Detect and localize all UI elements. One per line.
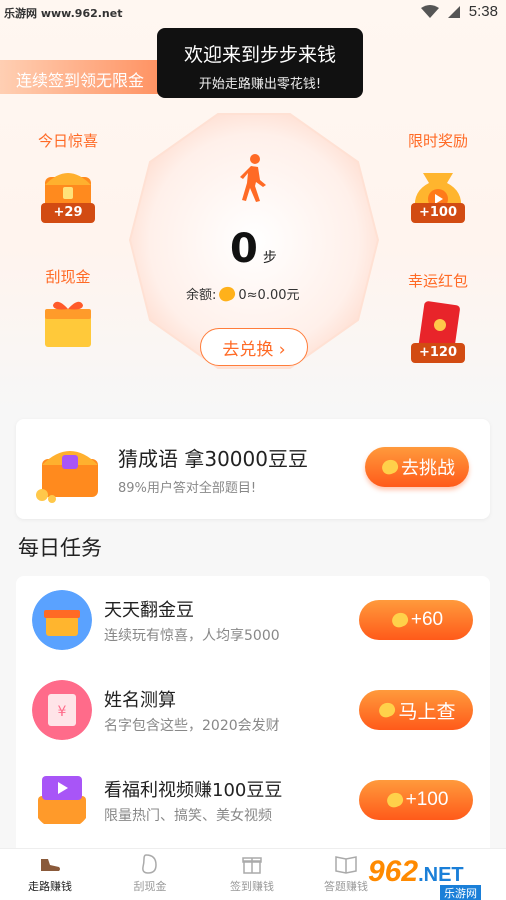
logo-sub: 乐游网 [440, 885, 481, 900]
video-chest-icon [38, 776, 86, 824]
chevron-right-icon: › [273, 339, 286, 360]
task-title: 看福利视频赚100豆豆 [104, 780, 283, 801]
logo-main: 962 [368, 855, 419, 888]
task-item[interactable]: 天天翻金豆 连续玩有惊喜，人均享5000 +60 [16, 576, 490, 662]
money-bag-icon: +100 [409, 159, 467, 223]
toast-title: 欢迎来到步步来钱 [183, 44, 336, 66]
task-desc: 限量热门、搞笑、美女视频 [104, 808, 272, 824]
tab-walk-earn[interactable]: 走路赚钱 [10, 853, 90, 894]
task-button-label: 马上查 [398, 701, 456, 723]
treasure-chest-icon: +29 [39, 159, 97, 223]
tab-checkin-earn[interactable]: 签到赚钱 [212, 853, 292, 894]
task-reward-button[interactable]: +100 [359, 780, 473, 820]
lucky-red-packet[interactable]: 幸运红包 +120 [392, 270, 484, 363]
book-icon [335, 856, 357, 874]
balance-label: 余额: [186, 288, 217, 303]
watermark-text: 乐游网 www.962.net [4, 7, 123, 20]
challenge-button[interactable]: 去挑战 [365, 447, 469, 487]
step-count-number: 0 [230, 226, 258, 272]
tab-scratch-cash[interactable]: 刮现金 [110, 853, 190, 894]
today-surprise[interactable]: 今日惊喜 +29 [22, 130, 114, 223]
logo-domain: .NET [418, 864, 464, 886]
walking-person-icon [240, 154, 266, 202]
gift-box-icon [39, 295, 97, 359]
limited-reward-badge: +100 [411, 203, 465, 223]
idiom-challenge-card[interactable]: 猜成语 拿30000豆豆 89%用户答对全部题目! 去挑战 [16, 419, 490, 519]
bean-icon [384, 790, 405, 810]
limited-reward[interactable]: 限时奖励 +100 [392, 130, 484, 223]
checkin-banner[interactable]: 连续签到领无限金 [0, 60, 176, 94]
task-button-label: +100 [405, 789, 449, 810]
lucky-red-packet-label: 幸运红包 [407, 272, 468, 290]
red-packet-icon: +120 [409, 299, 467, 363]
bean-icon [377, 700, 398, 720]
task-title: 姓名测算 [104, 690, 176, 711]
daily-tasks-card: 天天翻金豆 连续玩有惊喜，人均享5000 +60 ¥ 姓名测算 名字包含这些，2… [16, 576, 490, 866]
status-bar: 乐游网 www.962.net 5:38 [0, 0, 506, 26]
tab-label: 答题赚钱 [324, 880, 368, 893]
tab-label: 走路赚钱 [28, 880, 72, 893]
exchange-button[interactable]: 去兑换 › [200, 328, 308, 366]
task-item[interactable]: ¥ 姓名测算 名字包含这些，2020会发财 马上查 [16, 666, 490, 752]
bean-icon [217, 284, 238, 303]
step-count: 0 步 [230, 226, 277, 272]
scratch-cash[interactable]: 刮现金 [22, 266, 114, 359]
daily-tasks-title: 每日任务 [18, 536, 102, 560]
balance-row: 余额: 0≈0.00元 [186, 284, 300, 303]
gold-bean-flip-icon [32, 590, 92, 650]
toast-subtitle: 开始走路赚出零花钱! [198, 77, 322, 92]
task-reward-button[interactable]: +60 [359, 600, 473, 640]
idiom-title: 猜成语 拿30000豆豆 [118, 447, 308, 471]
today-surprise-label: 今日惊喜 [37, 132, 98, 150]
task-desc: 名字包含这些，2020会发财 [104, 718, 280, 734]
today-surprise-badge: +29 [41, 203, 95, 223]
checkin-banner-text: 连续签到领无限金 [16, 71, 145, 90]
bean-icon [380, 457, 400, 477]
welcome-toast: 欢迎来到步步来钱 开始走路赚出零花钱! [157, 28, 363, 98]
limited-reward-label: 限时奖励 [407, 132, 468, 150]
wifi-icon [420, 4, 439, 18]
tab-label: 签到赚钱 [230, 880, 274, 893]
task-check-button[interactable]: 马上查 [359, 690, 473, 730]
task-button-label: +60 [410, 609, 444, 630]
lucky-red-packet-badge: +120 [411, 343, 465, 363]
challenge-button-label: 去挑战 [401, 458, 455, 478]
gift-icon [242, 857, 262, 874]
svg-text:¥: ¥ [58, 704, 67, 720]
tab-label: 刮现金 [133, 880, 167, 893]
treasure-chest-icon [36, 451, 98, 503]
shoe-icon [41, 859, 60, 871]
step-count-unit: 步 [262, 250, 277, 266]
status-icons: 5:38 [420, 3, 498, 20]
task-desc: 连续玩有惊喜，人均享5000 [104, 628, 280, 644]
scratch-cash-label: 刮现金 [45, 268, 91, 286]
site-logo-watermark: 962.NET 乐游网 [368, 855, 481, 900]
idiom-subtitle: 89%用户答对全部题目! [118, 481, 257, 496]
name-fortune-icon: ¥ [32, 680, 92, 740]
exchange-button-label: 去兑换 [222, 339, 274, 360]
bean-outline-icon [142, 854, 157, 874]
balance-value: 0≈0.00元 [238, 288, 300, 303]
bean-icon [389, 610, 410, 630]
task-title: 天天翻金豆 [104, 600, 194, 621]
status-time: 5:38 [468, 3, 498, 20]
task-item[interactable]: 看福利视频赚100豆豆 限量热门、搞笑、美女视频 +100 [16, 756, 490, 842]
signal-icon [447, 5, 460, 18]
